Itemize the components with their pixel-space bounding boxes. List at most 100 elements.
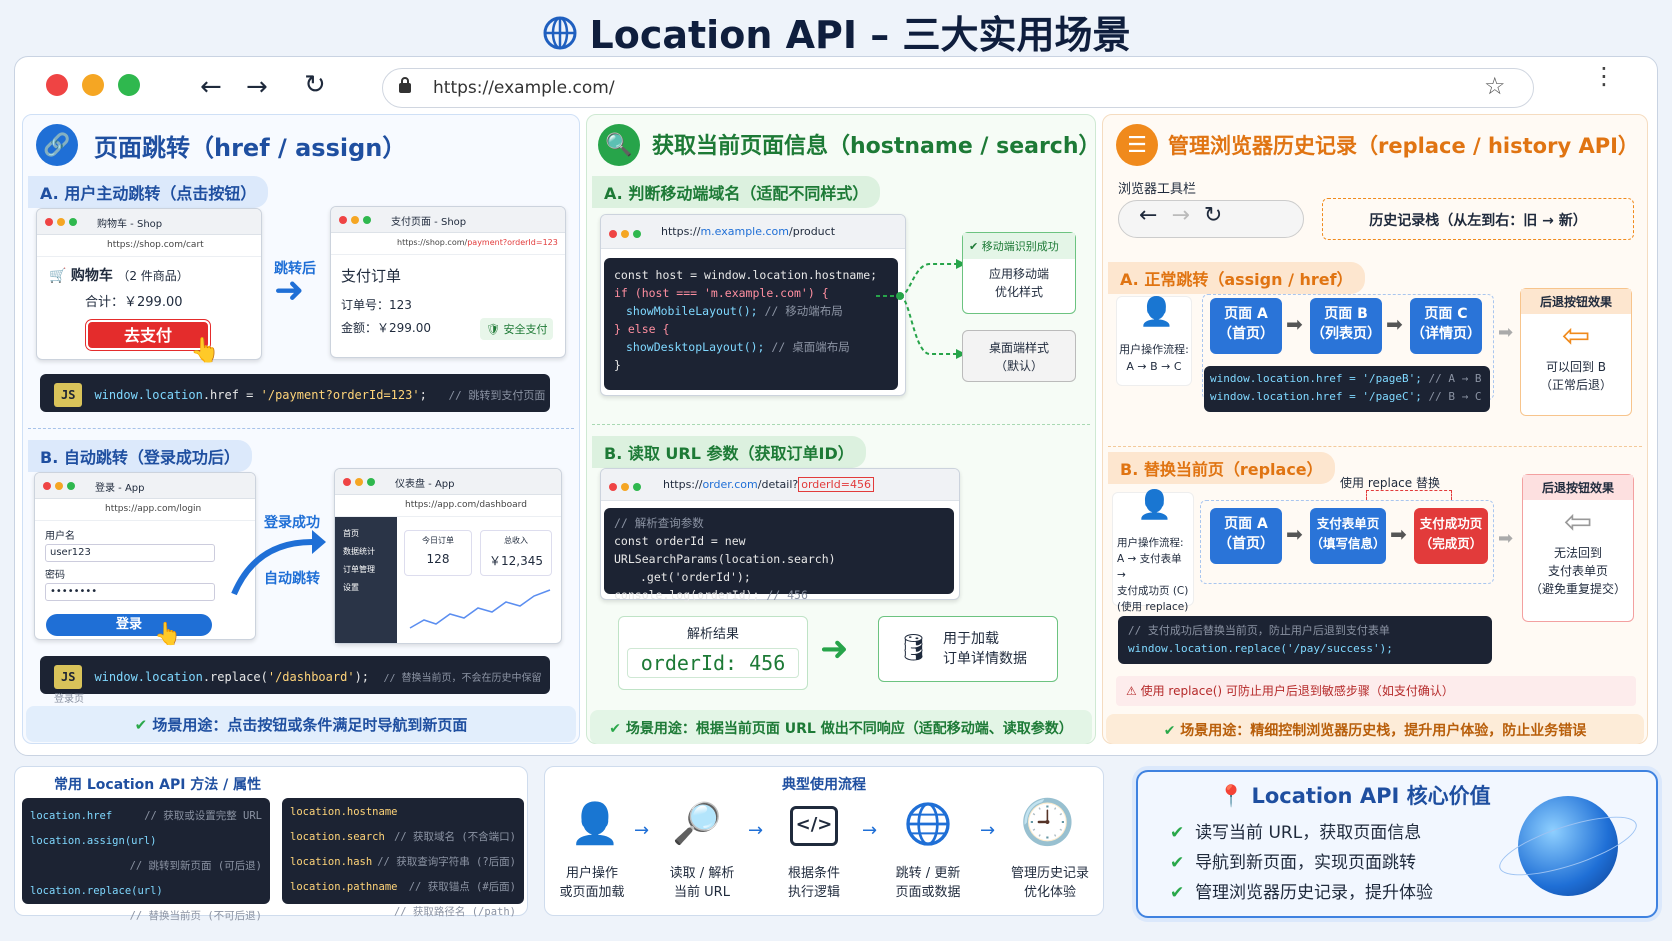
- back-arrow-icon[interactable]: ←: [200, 72, 222, 102]
- check-icon: ✔: [1170, 883, 1185, 903]
- sub-title-auto-redirect: B. 自动跳转（登录成功后）: [28, 440, 252, 472]
- database-icon: 🛢: [897, 633, 931, 663]
- globe-icon: [904, 800, 952, 852]
- right-arrow-icon: ➜: [820, 629, 849, 669]
- arrow-label: 登录成功: [264, 515, 320, 531]
- cart-icon: 🛒: [49, 268, 67, 284]
- right-arrow-icon: ➡: [1386, 312, 1403, 336]
- replace-bracket: [1366, 490, 1452, 500]
- flow-step: 用户操作 或页面加载: [559, 866, 625, 900]
- page-title: Location API – 三大实用场景: [0, 4, 1672, 60]
- warning-bar: ⚠ 使用 replace() 可防止用户后退到敏感步骤（如支付确认）: [1116, 676, 1636, 706]
- history-clock-icon: 🕘: [1020, 797, 1075, 848]
- right-arrow-icon: ➡: [1498, 322, 1514, 343]
- replace-label: 使用 replace 替换: [1340, 476, 1440, 490]
- right-arrow-icon: →: [862, 820, 878, 841]
- user-icon: 👤: [570, 801, 620, 847]
- flow-step: 读取 / 解析 当前 URL: [669, 866, 735, 900]
- forward-arrow-icon[interactable]: →: [246, 72, 268, 102]
- user-flow-a: 👤 用户操作流程: A → B → C: [1116, 296, 1192, 386]
- divider: [1108, 446, 1642, 447]
- sub-title-user-redirect: A. 用户主动跳转（点击按钮）: [28, 176, 269, 208]
- value-title: 📍 Location API 核心价值: [1218, 784, 1491, 808]
- sub-title-replace: B. 替换当前页（replace）: [1108, 452, 1335, 484]
- line-chart-icon: [409, 589, 551, 629]
- flow-step: 管理历史记录 优化体验: [1010, 866, 1089, 900]
- code-icon: </>: [790, 806, 838, 846]
- curved-arrow-icon: [231, 530, 326, 596]
- section-history-title: 管理浏览器历史记录（replace / history API）: [1168, 134, 1639, 158]
- parse-result-box: 解析结果 orderId: 456: [618, 616, 808, 690]
- check-icon: ✔: [969, 240, 979, 253]
- sub-title-normal: A. 正常跳转（assign / href）: [1108, 262, 1365, 294]
- divider: [28, 428, 574, 429]
- section-redirect-title: 页面跳转（href / assign）: [94, 134, 407, 162]
- right-arrow-icon: ➡: [1390, 522, 1407, 546]
- left-arrow-icon: ⇦: [1561, 316, 1591, 356]
- branch-arrows-icon: [876, 259, 966, 359]
- close-dot[interactable]: [46, 74, 68, 96]
- left-arrow-icon: ⇦: [1563, 502, 1593, 542]
- link-icon: 🔗: [36, 124, 78, 166]
- back-arrow-icon[interactable]: ←: [1139, 203, 1171, 228]
- flow-title: 典型使用流程: [782, 777, 866, 793]
- sub-title-mobile-domain: A. 判断移动端域名（适配不同样式）: [592, 176, 881, 208]
- safe-pay-badge: 🛡 安全支付: [480, 318, 554, 340]
- stat-card-revenue: 总收入 ￥12,345: [480, 530, 552, 576]
- warning-icon: ⚠: [1126, 684, 1137, 698]
- check-icon: ✔: [609, 721, 622, 737]
- lock-icon: [398, 76, 412, 94]
- page-a-box: 页面 A （首页）: [1210, 298, 1282, 354]
- back-effect-a: 后退按钮效果 ⇦ 可以回到 B （正常后退）: [1520, 288, 1632, 416]
- back-effect-b: 后退按钮效果 ⇦ 无法回到 支付表单页 （避免重复提交）: [1522, 474, 1634, 622]
- check-icon: ✔: [1163, 723, 1176, 739]
- check-icon: ✔: [134, 716, 148, 734]
- code-replace: JS window.location.replace('/dashboard');…: [40, 656, 550, 705]
- code-history-b: // 支付成功后替换当前页，防止用户后退到支付表单 window.location…: [1118, 616, 1492, 664]
- check-icon: ✔: [1170, 823, 1185, 843]
- code-history-a: window.location.href = '/pageB'; // A → …: [1204, 366, 1490, 412]
- dashboard-sidebar: 首页 数据统计 订单管理 设置: [335, 517, 397, 643]
- page-a-box: 页面 A （首页）: [1210, 508, 1282, 564]
- reload-icon[interactable]: ↻: [1204, 203, 1236, 228]
- address-bar[interactable]: https://example.com/: [382, 68, 1534, 108]
- pay-success-box: 支付成功页 （完成页）: [1414, 508, 1488, 564]
- desktop-result-box: 桌面端样式 （默认）: [962, 330, 1076, 382]
- pointer-hand-icon: 👆: [154, 622, 182, 647]
- scene-usage-3: ✔ 场景用途：精细控制浏览器历史栈，提升用户体验，防止业务错误: [1106, 714, 1644, 744]
- menu-dots-icon[interactable]: ⋮: [1592, 64, 1616, 88]
- history-stack-label: 历史记录栈（从左到右：旧 → 新）: [1322, 198, 1634, 240]
- star-icon[interactable]: ☆: [1484, 72, 1506, 100]
- minimize-dot[interactable]: [82, 74, 104, 96]
- pay-form-box: 支付表单页 （填写信息）: [1310, 508, 1386, 564]
- user-flow-b: 👤 用户操作流程: A → 支付表单 → 支付成功页 (C) (使用 replac…: [1112, 491, 1194, 613]
- right-arrow-icon: ➡: [1286, 312, 1303, 336]
- scene-usage-2: ✔ 场景用途：根据当前页面 URL 做出不同响应（适配移动端、读取参数）: [590, 710, 1092, 744]
- reload-icon[interactable]: ↻: [304, 70, 326, 100]
- stat-card-orders: 今日订单 128: [404, 530, 472, 576]
- methods-right-code: location.hostname // 获取域名 (不含端口) locatio…: [282, 798, 524, 918]
- pin-icon: 📍: [1218, 784, 1245, 808]
- code-search-params: // 解析查询参数 const orderId = new URLSearchP…: [604, 508, 954, 602]
- page-c-box: 页面 C （详情页）: [1410, 298, 1482, 354]
- value-list: ✔ 读写当前 URL，获取页面信息 ✔ 导航到新页面，实现页面跳转 ✔ 管理浏览…: [1170, 823, 1434, 903]
- right-arrow-icon: ➡: [1286, 522, 1303, 546]
- load-order-box: 🛢 用于加载 订单详情数据: [878, 616, 1058, 682]
- flow-step: 跳转 / 更新 页面或数据: [895, 866, 961, 900]
- mini-toolbar: ←→↻: [1118, 200, 1304, 238]
- globe-icon: [542, 15, 578, 60]
- section-info-title: 获取当前页面信息（hostname / search）: [652, 134, 1101, 159]
- search-icon: 🔍: [598, 124, 640, 166]
- code-href: JS window.location.href = '/payment?order…: [40, 374, 550, 412]
- right-arrow-icon: →: [634, 820, 650, 841]
- forward-arrow-icon[interactable]: →: [1171, 203, 1203, 228]
- arrow-label: 自动跳转: [264, 571, 320, 587]
- pointer-hand-icon: 👆: [190, 336, 220, 364]
- page-b-box: 页面 B （列表页）: [1310, 298, 1382, 354]
- right-arrow-icon: ➡: [1498, 528, 1514, 549]
- login-button[interactable]: 登录: [46, 614, 212, 636]
- list-icon: ☰: [1116, 124, 1158, 166]
- maximize-dot[interactable]: [118, 74, 140, 96]
- methods-left-code: location.href // 获取或设置完整 URL location.as…: [22, 798, 270, 922]
- user-icon: 👤: [1139, 295, 1174, 328]
